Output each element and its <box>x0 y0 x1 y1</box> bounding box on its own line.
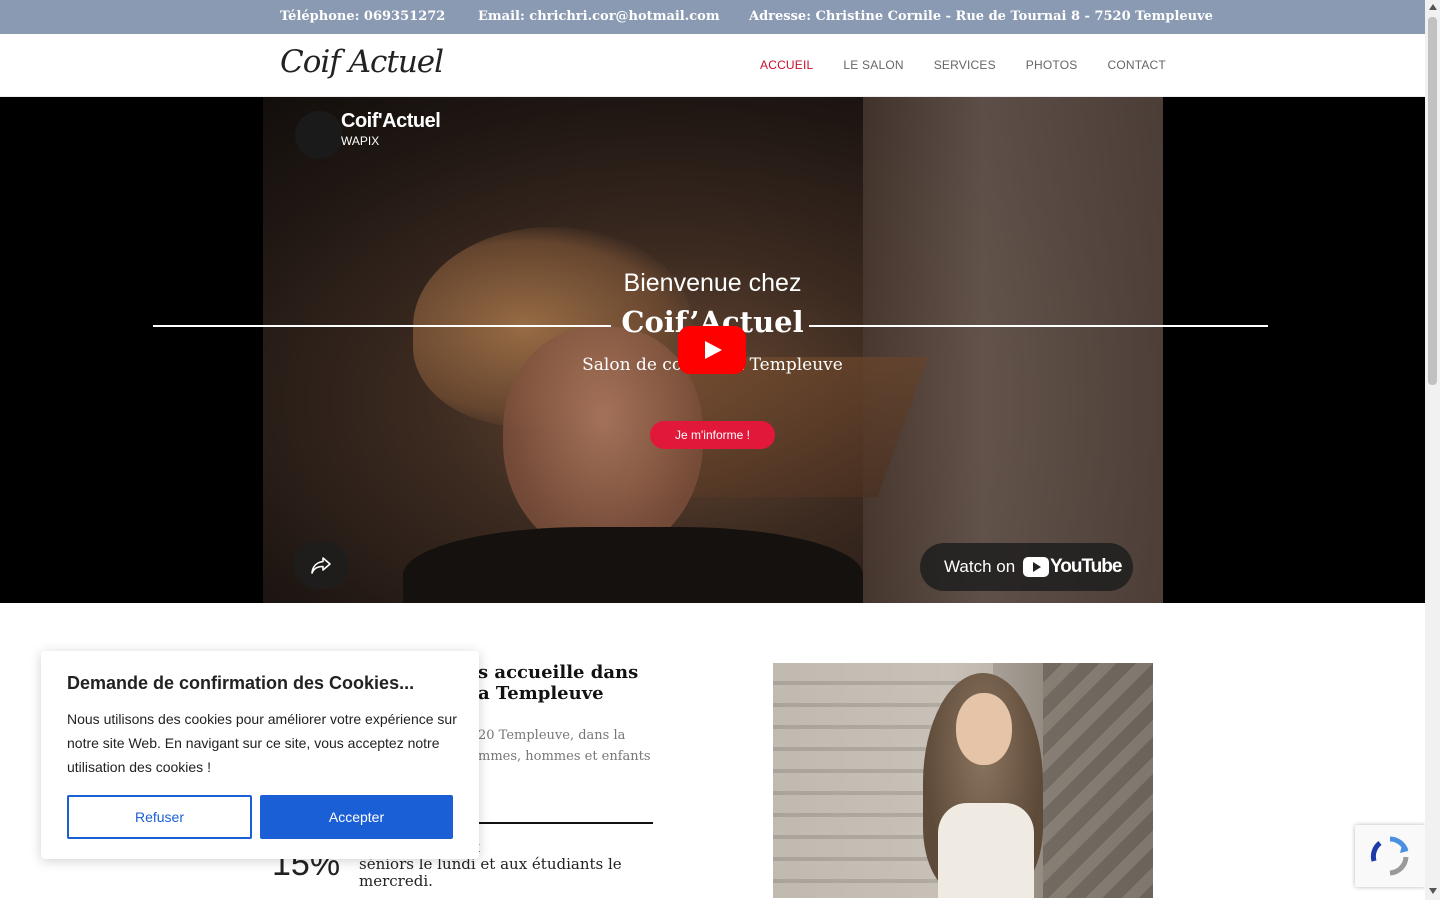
watch-on-youtube-button[interactable]: Watch on YouTube <box>920 543 1133 591</box>
photo-face <box>956 693 1012 765</box>
nav-menu: ACCUEIL LE SALON SERVICES PHOTOS CONTACT <box>760 58 1196 72</box>
share-icon <box>311 557 331 574</box>
inform-button[interactable]: Je m'informe ! <box>650 421 775 449</box>
recaptcha-icon <box>1370 836 1409 876</box>
youtube-wordmark: YouTube <box>1050 556 1122 577</box>
phone-info: Téléphone: 069351272 <box>280 9 446 24</box>
nav-item-le-salon[interactable]: LE SALON <box>843 58 903 72</box>
share-button[interactable] <box>293 541 349 589</box>
about-text: 20 Templeuve, dans la mmes, hommes et en… <box>478 728 651 764</box>
video-channel[interactable]: WAPIX <box>341 134 379 148</box>
photo-rock <box>1043 663 1153 898</box>
top-info-bar: Téléphone: 069351272 Email: chrichri.cor… <box>0 0 1425 34</box>
cookie-title: Demande de confirmation des Cookies... <box>67 673 415 693</box>
recaptcha-badge[interactable] <box>1355 825 1425 887</box>
main-navigation: Coif Actuel ACCUEIL LE SALON SERVICES PH… <box>0 34 1425 97</box>
about-heading: s accueille dans a Templeuve <box>478 662 639 704</box>
cookie-text: Nous utilisons des cookies pour améliore… <box>67 711 457 775</box>
youtube-icon <box>1023 557 1049 577</box>
hero-welcome: Bienvenue chez <box>623 269 802 297</box>
channel-avatar[interactable] <box>295 111 343 159</box>
nav-item-contact[interactable]: CONTACT <box>1107 58 1166 72</box>
page-scrollbar[interactable] <box>1425 0 1440 900</box>
nav-item-services[interactable]: SERVICES <box>934 58 996 72</box>
address-info: Adresse: Christine Cornile - Rue de Tour… <box>749 9 1213 24</box>
salon-photo <box>773 663 1153 898</box>
scroll-down-icon[interactable] <box>1429 888 1437 894</box>
watch-on-label: Watch on <box>944 557 1016 576</box>
photo-top <box>938 803 1034 898</box>
hero-section: Coif'Actuel WAPIX Bienvenue chez Coif’Ac… <box>0 97 1425 603</box>
cookie-dialog: Demande de confirmation des Cookies... N… <box>41 651 479 859</box>
nav-item-accueil[interactable]: ACCUEIL <box>760 58 813 72</box>
play-icon[interactable] <box>678 326 746 374</box>
refuse-button[interactable]: Refuser <box>67 795 252 839</box>
accept-button[interactable]: Accepter <box>260 795 453 839</box>
scroll-up-icon[interactable] <box>1429 4 1437 10</box>
email-info[interactable]: Email: chrichri.cor@hotmail.com <box>478 9 720 24</box>
nav-item-photos[interactable]: PHOTOS <box>1026 58 1078 72</box>
scroll-thumb[interactable] <box>1428 17 1437 385</box>
site-logo[interactable]: Coif Actuel <box>280 44 444 80</box>
video-background-wall <box>863 97 1163 603</box>
video-title[interactable]: Coif'Actuel <box>341 110 441 133</box>
video-frame-shirt <box>403 527 863 603</box>
